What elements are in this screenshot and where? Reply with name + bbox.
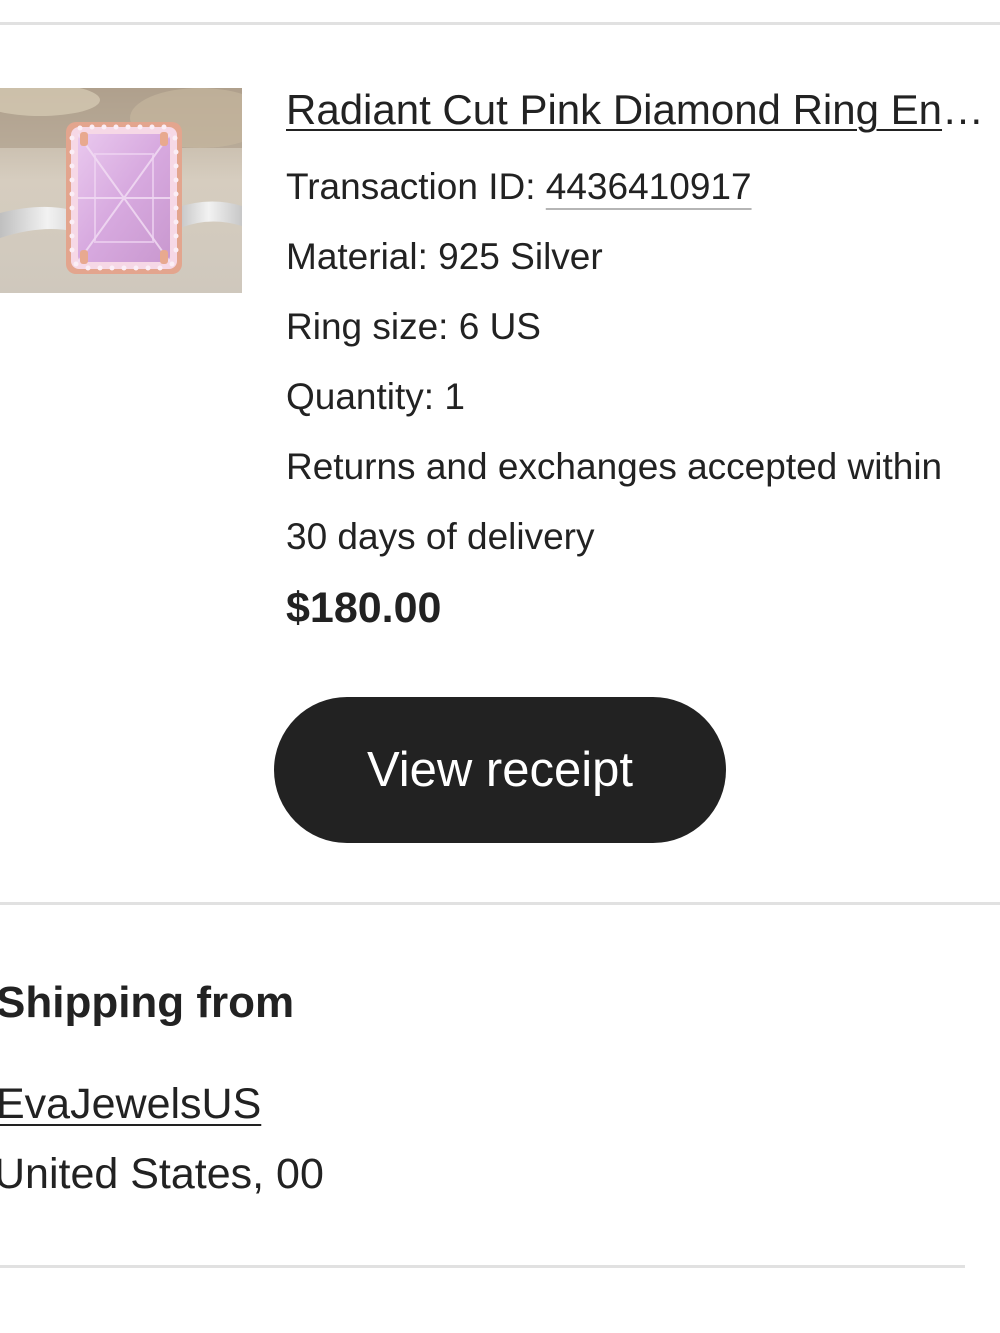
transaction-id-link[interactable]: 4436410917 [546, 166, 752, 207]
quantity-text: Quantity: 1 [286, 376, 465, 417]
top-divider [0, 22, 1000, 25]
transaction-label: Transaction ID: [286, 166, 546, 207]
pink-diamond-ring-photo [0, 88, 242, 274]
shop-name-link[interactable]: EvaJewelsUS [0, 1074, 261, 1134]
material-text: Material: 925 Silver [286, 236, 603, 277]
order-item-details: Radiant Cut Pink Diamond Ring Engagement… [286, 80, 1000, 644]
section-divider [0, 902, 1000, 905]
view-receipt-button[interactable]: View receipt [274, 697, 726, 843]
bottom-divider [0, 1265, 965, 1268]
order-detail-page: Radiant Cut Pink Diamond Ring Engagement… [0, 0, 1000, 1333]
product-title-link[interactable]: Radiant Cut Pink Diamond Ring Engagement… [286, 80, 1000, 140]
shipping-location-text: United States, 00 [0, 1150, 324, 1198]
shipping-from-heading: Shipping from [0, 978, 295, 1027]
item-price: $180.00 [286, 584, 442, 632]
ring-size-text: Ring size: 6 US [286, 306, 541, 347]
product-image[interactable] [0, 88, 242, 293]
transaction-row: Transaction ID: 4436410917 [286, 152, 1000, 222]
returns-policy-text: Returns and exchanges accepted within 30… [286, 446, 943, 557]
